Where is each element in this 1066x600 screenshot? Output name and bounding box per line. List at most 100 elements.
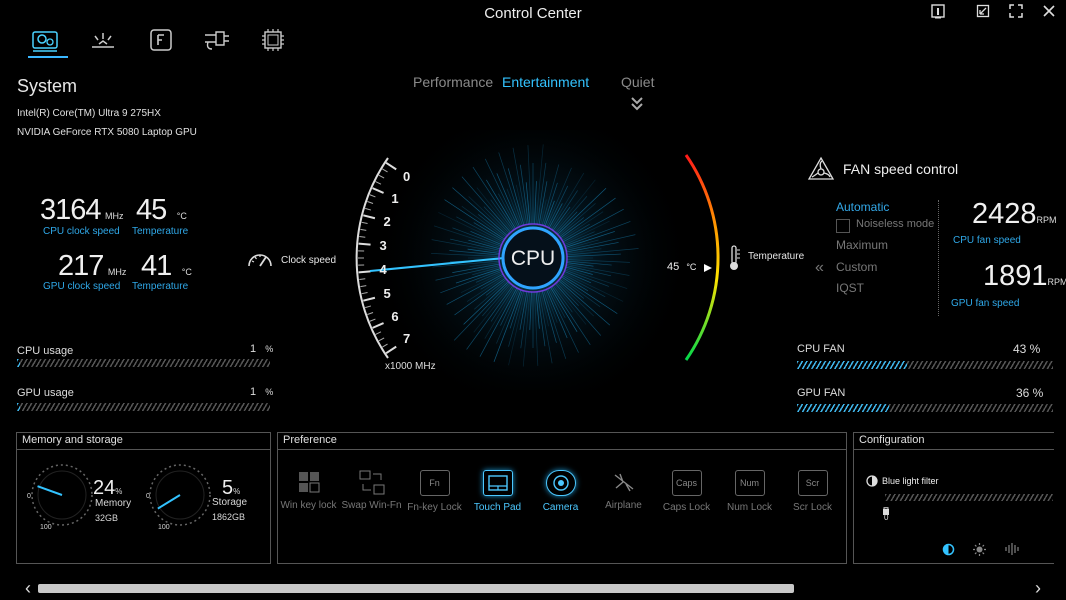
tab-fn-keys-icon[interactable]: [146, 27, 182, 55]
fan-option-custom[interactable]: Custom: [836, 260, 877, 274]
pref-toggle-label: Caps Lock: [662, 502, 711, 513]
pref-toggle-airplane[interactable]: Airplane: [592, 470, 655, 513]
gpu-clock-readout: 217 MHz: [58, 250, 126, 283]
gpu-name: NVIDIA GeForce RTX 5080 Laptop GPU: [17, 127, 197, 138]
double-chevron-left-icon[interactable]: «: [815, 259, 824, 277]
blue-light-slider-thumb-icon[interactable]: [882, 502, 890, 515]
tab-lighting-icon[interactable]: [88, 27, 124, 55]
tab-cpu-icon[interactable]: [258, 27, 294, 55]
gpu-temp-value: 41: [141, 250, 172, 282]
pref-toggle-camera[interactable]: Camera: [529, 470, 592, 513]
info-icon[interactable]: [927, 3, 949, 23]
cpu-usage-bar: [17, 359, 270, 367]
clock-tick: [363, 296, 376, 302]
horizontal-scrollbar[interactable]: [38, 584, 794, 593]
mode-tab-performance[interactable]: Performance: [413, 74, 493, 90]
pref-toggle-caps-lock[interactable]: Caps Caps Lock: [655, 470, 718, 513]
memory-percent: 24%: [93, 477, 122, 500]
fan-option-noiseless[interactable]: Noiseless mode: [856, 218, 934, 230]
clock-tick-label: 2: [383, 213, 391, 229]
clock-tick-label: 6: [391, 309, 399, 325]
storage-percent-value: 5: [222, 477, 234, 499]
contrast-icon[interactable]: [942, 543, 955, 556]
preference-toggles: Win key lock Swap Win-Fn Fn Fn-key Lock Touc…: [277, 470, 845, 513]
noiseless-checkbox[interactable]: [836, 219, 850, 233]
app-title: Control Center: [484, 5, 582, 22]
pref-toggle-label: Swap Win-Fn: [341, 500, 402, 511]
caps-lock-icon: Caps: [671, 470, 702, 496]
clock-minor-tick: [361, 291, 368, 295]
clock-scale-label: x1000 MHz: [385, 361, 436, 372]
clock-tick-label: 5: [383, 286, 391, 302]
mode-tab-entertainment[interactable]: Entertainment: [502, 74, 589, 90]
fan-option-iqst[interactable]: IQST: [836, 281, 864, 295]
clock-tick: [358, 242, 371, 246]
gpu-usage-bar: [17, 403, 270, 411]
clock-minor-tick: [365, 305, 372, 309]
touchpad-icon: [482, 470, 513, 496]
fan-option-maximum[interactable]: Maximum: [836, 238, 888, 252]
pref-toggle-touch-pad[interactable]: Touch Pad: [466, 470, 529, 513]
pref-toggle-fn-key-lock[interactable]: Fn Fn-key Lock: [403, 470, 466, 513]
tab-devices-icon[interactable]: [202, 27, 238, 55]
temperature-pointer: [704, 264, 712, 272]
scroll-right-icon[interactable]: ›: [1035, 578, 1041, 599]
system-title: System: [17, 76, 78, 96]
clock-tick-label: 7: [402, 331, 411, 347]
gpu-fan-value: 36 %: [1016, 386, 1044, 400]
cpu-temp-value: 45: [136, 194, 167, 226]
pref-toggle-label: Fn-key Lock: [407, 502, 462, 513]
storage-dial-needle: [157, 494, 181, 510]
pref-toggle-win-key-lock[interactable]: Win key lock: [277, 470, 340, 513]
pref-toggle-scr-lock[interactable]: Scr Scr Lock: [781, 470, 844, 513]
gpu-usage-number: 1: [250, 386, 257, 398]
brightness-icon[interactable]: [973, 543, 986, 556]
swap-win-fn-icon: [358, 470, 386, 495]
scroll-lock-icon: Scr: [797, 470, 828, 496]
cpu-usage-value: 1 %: [250, 343, 273, 355]
clock-tick: [372, 187, 384, 194]
close-icon[interactable]: [1038, 3, 1060, 23]
double-chevron-down-icon[interactable]: [629, 96, 645, 112]
gauge-temp-unit: °C: [686, 262, 697, 272]
gpu-usage-unit: %: [265, 387, 274, 397]
clock-minor-tick: [359, 235, 366, 238]
memory-percent-value: 24: [93, 477, 116, 499]
blue-light-icon: [866, 474, 878, 487]
fullscreen-icon[interactable]: [1005, 3, 1027, 23]
tab-system-settings-icon[interactable]: [30, 27, 66, 55]
clock-minor-tick: [375, 331, 382, 335]
cpu-temp-label: Temperature: [132, 226, 189, 237]
minimize-icon[interactable]: [972, 3, 994, 23]
pref-toggle-swap-win-fn[interactable]: Swap Win-Fn: [340, 470, 403, 513]
gpu-clock-value: 217: [58, 250, 104, 282]
cpu-rpm-unit: RPM: [1036, 215, 1057, 225]
clock-minor-tick: [359, 278, 366, 281]
memory-dial-max: 100: [40, 524, 52, 531]
clock-minor-tick: [361, 221, 368, 225]
pref-toggle-label: Scr Lock: [793, 502, 832, 513]
scroll-left-icon[interactable]: ‹: [25, 578, 31, 599]
blue-light-slider[interactable]: [885, 494, 1053, 501]
fan-option-automatic[interactable]: Automatic: [836, 200, 889, 214]
pref-toggle-label: Camera: [542, 502, 579, 513]
cpu-temp-readout: 45 °C: [136, 194, 187, 227]
mode-tab-quiet[interactable]: Quiet: [621, 74, 654, 90]
memory-storage-title: Memory and storage: [17, 433, 270, 450]
clock-tick-label: 4: [379, 262, 387, 278]
memory-size: 32GB: [95, 513, 119, 523]
gpu-fan-speed-label: GPU fan speed: [951, 298, 1020, 309]
gpu-temp-readout: 41 °C: [141, 250, 192, 283]
clock-tick: [358, 270, 371, 274]
pref-toggle-num-lock[interactable]: Num Num Lock: [718, 470, 781, 513]
cpu-fan-label: CPU FAN: [797, 343, 845, 355]
fan-control-title: FAN speed control: [843, 161, 959, 177]
clock-minor-tick: [378, 174, 385, 179]
pref-toggle-label: Num Lock: [726, 502, 772, 513]
clock-tick: [363, 214, 376, 220]
fan-icon: [807, 155, 835, 183]
gauge-temp-readout: 45 °C: [667, 261, 696, 273]
cpu-fan-bar-fill: [797, 361, 908, 369]
gpu-fan-rpm-value: 1891: [983, 260, 1048, 292]
sound-wave-icon[interactable]: [1004, 542, 1020, 556]
